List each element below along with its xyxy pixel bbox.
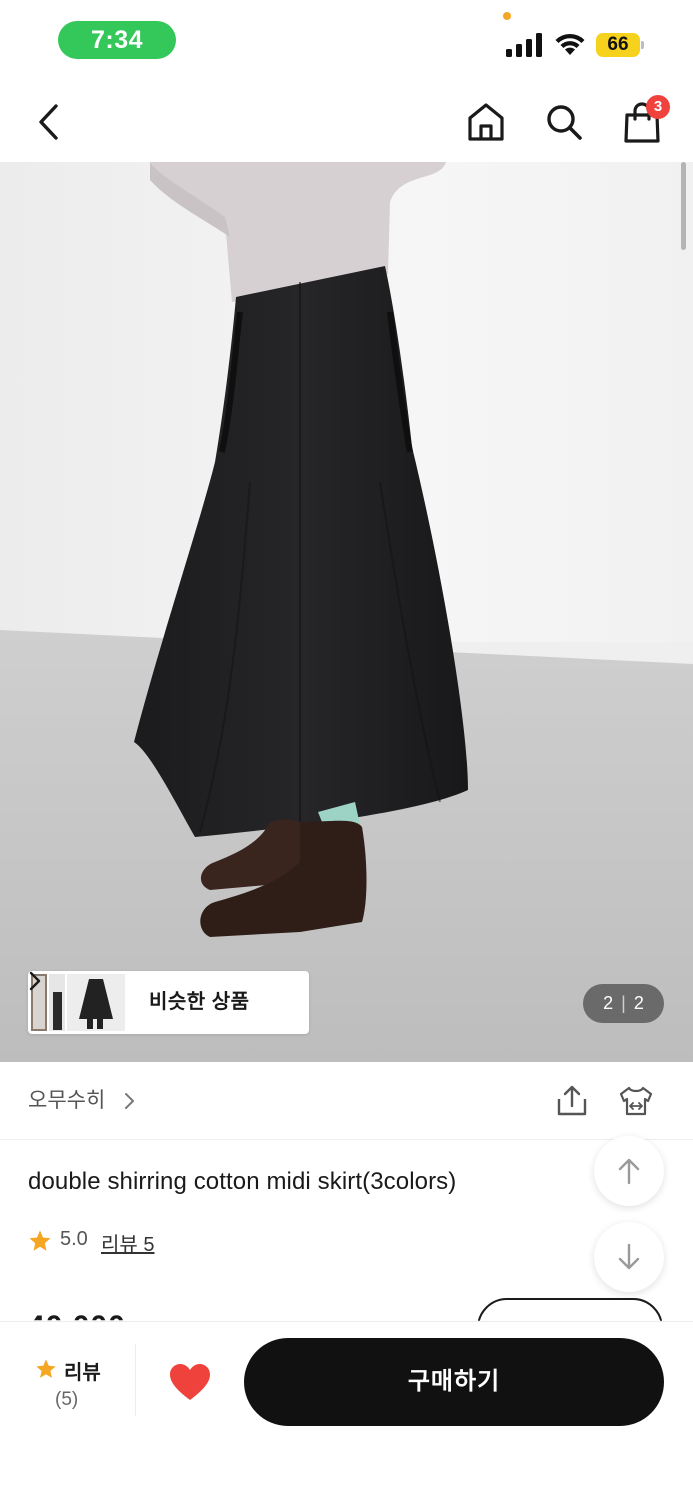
scroll-top-button[interactable] xyxy=(594,1136,664,1206)
star-icon xyxy=(29,1230,51,1251)
scroll-bottom-button[interactable] xyxy=(594,1222,664,1292)
cart-button[interactable]: 3 xyxy=(622,95,672,148)
brand-link[interactable]: 오무수히 xyxy=(28,1062,105,1140)
bottom-action-bar: 리뷰 (5) 구매하기 xyxy=(0,1321,693,1500)
status-bar: 7:34 66 xyxy=(0,0,693,80)
arrow-up-icon xyxy=(618,1158,640,1185)
back-arrow-icon[interactable] xyxy=(30,102,66,142)
divider xyxy=(135,1344,136,1416)
heart-icon[interactable] xyxy=(168,1362,212,1402)
signal-icon xyxy=(506,33,542,57)
similar-products-button[interactable]: 비슷한 상품 xyxy=(28,971,309,1034)
image-pager: 2 | 2 xyxy=(583,984,664,1023)
review-tab-count: (5) xyxy=(55,1389,79,1410)
battery-icon: 66 xyxy=(596,33,646,57)
chevron-right-icon[interactable] xyxy=(124,1092,136,1110)
chevron-right-icon xyxy=(29,971,41,991)
pager-current: 2 xyxy=(603,993,614,1013)
share-icon[interactable] xyxy=(555,1084,589,1118)
product-image-carousel[interactable]: 비슷한 상품 2 | 2 xyxy=(0,162,693,1062)
pager-total: 2 xyxy=(633,993,644,1013)
brand-row: 오무수히 xyxy=(0,1062,693,1140)
scroll-indicator xyxy=(681,162,686,250)
rating-value: 5.0 xyxy=(60,1228,88,1250)
battery-tip xyxy=(641,41,644,49)
similar-product-thumbnails xyxy=(31,974,125,1031)
buy-button[interactable]: 구매하기 xyxy=(244,1338,664,1426)
top-navigation: 3 xyxy=(0,80,693,162)
arrow-down-icon xyxy=(618,1243,640,1270)
similar-products-label: 비슷한 상품 xyxy=(149,991,250,1013)
wifi-icon xyxy=(555,33,585,55)
product-title: double shirring cotton midi skirt(3color… xyxy=(28,1168,457,1195)
star-icon xyxy=(36,1359,56,1378)
privacy-indicator-dot xyxy=(503,12,511,20)
review-tab-label: 리뷰 xyxy=(64,1362,101,1384)
pager-separator: | xyxy=(621,993,626,1013)
review-link[interactable]: 리뷰 5 xyxy=(101,1228,154,1257)
product-photo xyxy=(0,162,693,1062)
review-tab-button[interactable]: 리뷰 (5) xyxy=(0,1322,135,1418)
fitting-icon[interactable] xyxy=(617,1084,655,1120)
cart-count-badge: 3 xyxy=(646,95,670,119)
home-icon[interactable] xyxy=(466,101,506,143)
battery-level: 66 xyxy=(596,33,640,57)
status-time: 7:34 xyxy=(58,21,176,59)
search-icon[interactable] xyxy=(544,101,584,143)
